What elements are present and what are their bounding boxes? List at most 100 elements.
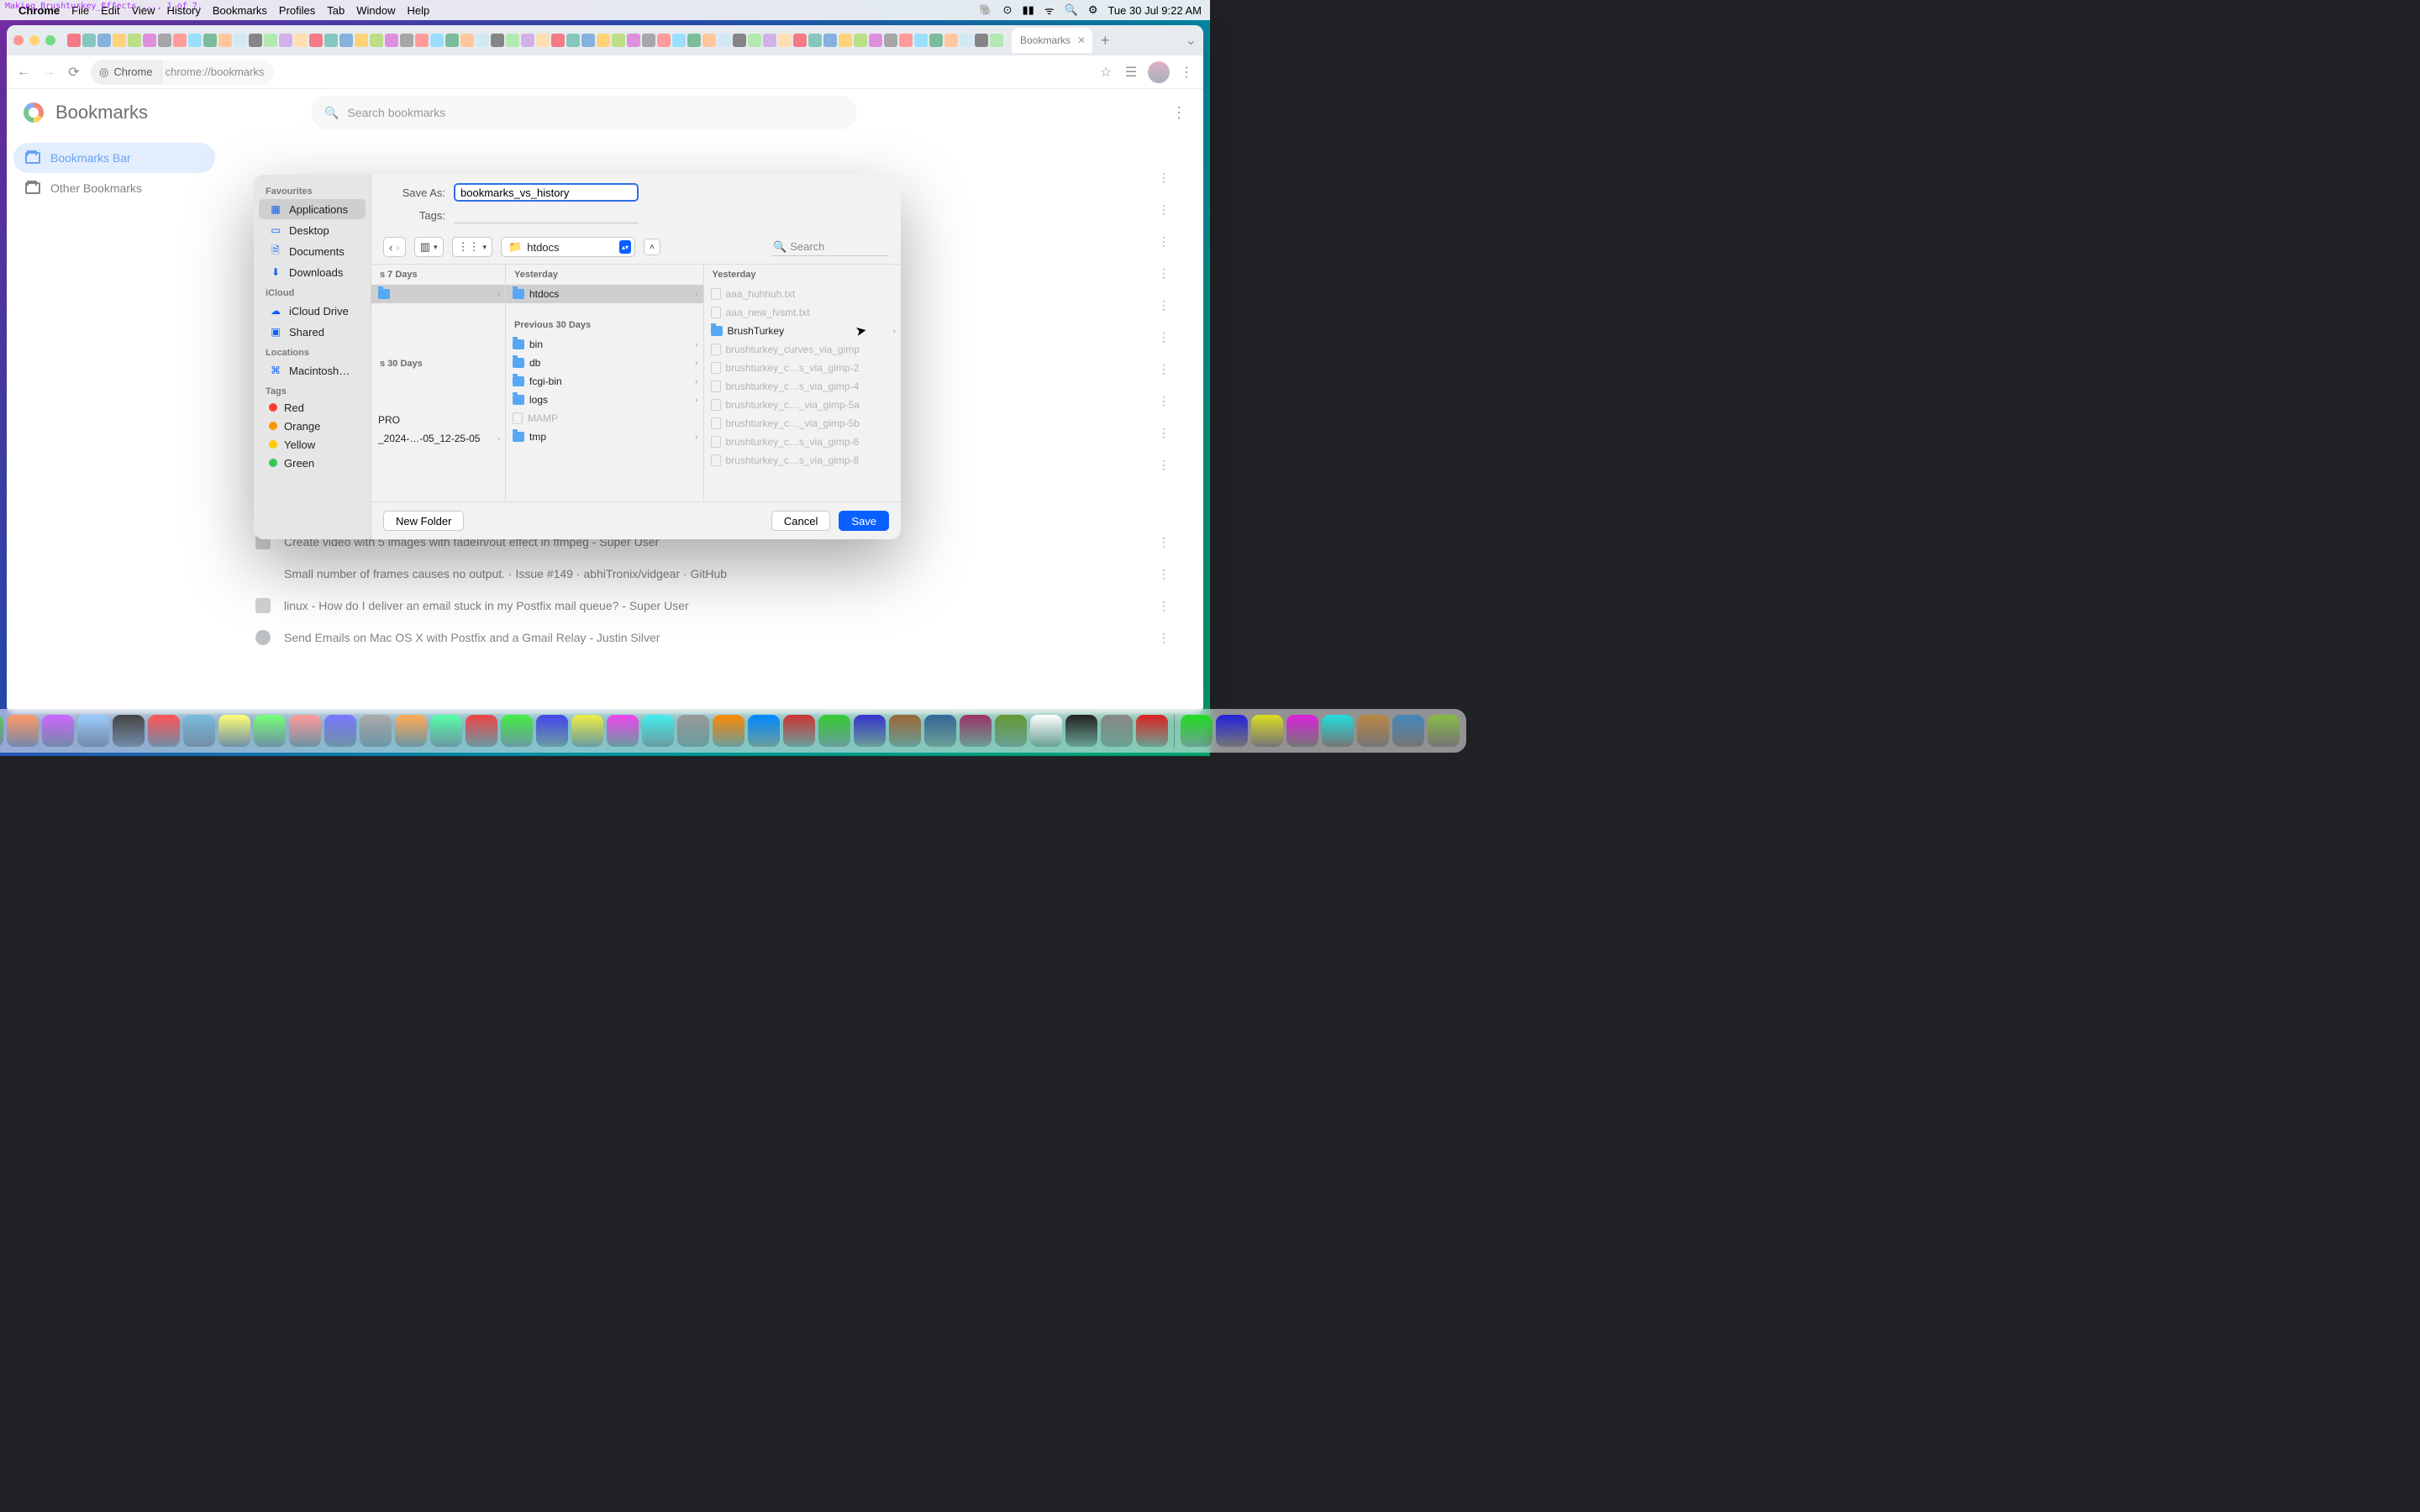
menu-window[interactable]: Window	[356, 4, 395, 17]
dock-app-icon[interactable]	[1322, 715, 1354, 747]
dock-app-icon[interactable]	[677, 715, 709, 747]
menubar-wifi-icon[interactable]: ᯤ	[1044, 3, 1055, 18]
dock-app-icon[interactable]	[924, 715, 956, 747]
sidebar-tag-orange[interactable]: Orange	[259, 417, 366, 435]
dock-app-icon[interactable]	[713, 715, 744, 747]
dock-app-icon[interactable]	[218, 715, 250, 747]
dock-app-icon[interactable]	[113, 715, 145, 747]
dock-app-icon[interactable]	[1428, 715, 1460, 747]
column-row-htdocs[interactable]: htdocs ›	[506, 285, 703, 303]
column-row[interactable]: brushturkey_c…s_via_gimp-4	[704, 377, 902, 396]
column-row[interactable]: _2024-…-05_12-25-05 ›	[371, 429, 505, 448]
dock-app-icon[interactable]	[395, 715, 427, 747]
location-popup[interactable]: 📁 htdocs ▴▾	[501, 237, 635, 257]
sidebar-macintosh-hd[interactable]: ⌘Macintosh…	[259, 360, 366, 381]
column-row[interactable]: db›	[506, 354, 703, 372]
new-folder-button[interactable]: New Folder	[383, 511, 464, 531]
menu-bookmarks[interactable]: Bookmarks	[213, 4, 267, 17]
menubar-battery-icon[interactable]: ▮▮	[1022, 3, 1034, 17]
menubar-clock[interactable]: Tue 30 Jul 9:22 AM	[1107, 4, 1202, 17]
column-row[interactable]: brushturkey_c…_via_gimp-5b	[704, 414, 902, 433]
sidebar-documents[interactable]: 🗎Documents	[259, 241, 366, 261]
sidebar-applications[interactable]: ▦Applications	[259, 199, 366, 219]
dock-app-icon[interactable]	[642, 715, 674, 747]
dock-app-icon[interactable]	[1065, 715, 1097, 747]
chevron-left-icon[interactable]: ‹	[389, 241, 392, 254]
save-as-input[interactable]	[454, 183, 639, 202]
column-row[interactable]: aaa_new_fvsmt.txt	[704, 303, 902, 322]
dock-app-icon[interactable]	[501, 715, 533, 747]
column-row[interactable]: aaa_huhhuh.txt	[704, 285, 902, 303]
tags-input[interactable]	[454, 207, 639, 223]
dock-app-icon[interactable]	[1136, 715, 1168, 747]
dock-app-icon[interactable]	[783, 715, 815, 747]
dock-app-icon[interactable]	[1286, 715, 1318, 747]
dock-app-icon[interactable]	[960, 715, 992, 747]
menubar-spotlight-icon[interactable]: 🔍	[1065, 3, 1078, 17]
menu-tab[interactable]: Tab	[327, 4, 345, 17]
dock-app-icon[interactable]	[854, 715, 886, 747]
dock-app-icon[interactable]	[466, 715, 497, 747]
dock-app-icon[interactable]	[889, 715, 921, 747]
sidebar-tag-yellow[interactable]: Yellow	[259, 435, 366, 454]
dock-app-icon[interactable]	[183, 715, 215, 747]
nav-back-forward[interactable]: ‹ ›	[383, 237, 406, 257]
dock-app-icon[interactable]	[148, 715, 180, 747]
dock-app-icon[interactable]	[324, 715, 356, 747]
menubar-play-icon[interactable]: ⊙	[1003, 3, 1013, 17]
dock-app-icon[interactable]	[360, 715, 392, 747]
dock-app-icon[interactable]	[1181, 715, 1213, 747]
dock-app-icon[interactable]	[1251, 715, 1283, 747]
dock-app-icon[interactable]	[7, 715, 39, 747]
menu-help[interactable]: Help	[408, 4, 430, 17]
sidebar-desktop[interactable]: ▭Desktop	[259, 220, 366, 240]
column-row[interactable]: brushturkey_c…s_via_gimp-8	[704, 451, 902, 470]
column-row[interactable]: brushturkey_c…s_via_gimp-6	[704, 433, 902, 451]
menu-profiles[interactable]: Profiles	[279, 4, 315, 17]
dock-app-icon[interactable]	[1216, 715, 1248, 747]
column-row[interactable]: BrushTurkey›	[704, 322, 902, 340]
column-row[interactable]: brushturkey_c…_via_gimp-5a	[704, 396, 902, 414]
dock-app-icon[interactable]	[1030, 715, 1062, 747]
sidebar-shared[interactable]: ▣Shared	[259, 322, 366, 342]
sidebar-tag-green[interactable]: Green	[259, 454, 366, 472]
dock-app-icon[interactable]	[818, 715, 850, 747]
column-3[interactable]: Yesterday aaa_huhhuh.txtaaa_new_fvsmt.tx…	[704, 265, 902, 501]
column-row[interactable]: fcgi-bin›	[506, 372, 703, 391]
column-row[interactable]: PRO	[371, 411, 505, 429]
column-row[interactable]: brushturkey_curves_via_gimp	[704, 340, 902, 359]
save-dialog-search[interactable]: 🔍 Search	[771, 239, 889, 256]
dock-app-icon[interactable]	[607, 715, 639, 747]
dock-app-icon[interactable]	[995, 715, 1027, 747]
dock-app-icon[interactable]	[1392, 715, 1424, 747]
view-group-button[interactable]: ⋮⋮ ▾	[452, 237, 493, 257]
dock-app-icon[interactable]	[42, 715, 74, 747]
sidebar-icloud-drive[interactable]: ☁iCloud Drive	[259, 301, 366, 321]
dock-app-icon[interactable]	[289, 715, 321, 747]
column-1[interactable]: s 7 Days › s 30 Days PRO _2024-…-05_12-2…	[371, 265, 506, 501]
column-row[interactable]: MAMP	[506, 409, 703, 428]
dock-app-icon[interactable]	[254, 715, 286, 747]
column-row[interactable]: logs›	[506, 391, 703, 409]
column-row[interactable]: bin›	[506, 335, 703, 354]
menubar-evernote-icon[interactable]: 🐘	[979, 3, 992, 17]
dock-app-icon[interactable]	[77, 715, 109, 747]
dock-app-icon[interactable]	[0, 715, 3, 747]
view-columns-button[interactable]: ▥ ▾	[414, 237, 444, 257]
chevron-right-icon[interactable]: ›	[396, 241, 399, 254]
cancel-button[interactable]: Cancel	[771, 511, 830, 531]
collapse-toggle-icon[interactable]: ˄	[644, 239, 660, 255]
column-row[interactable]: tmp›	[506, 428, 703, 446]
menubar-control-center-icon[interactable]: ⚙	[1088, 3, 1098, 17]
column-row-selected[interactable]: ›	[371, 285, 505, 303]
sidebar-tag-red[interactable]: Red	[259, 398, 366, 417]
dock-app-icon[interactable]	[430, 715, 462, 747]
dock-app-icon[interactable]	[1101, 715, 1133, 747]
dock-app-icon[interactable]	[571, 715, 603, 747]
dock-app-icon[interactable]	[1357, 715, 1389, 747]
sidebar-downloads[interactable]: ⬇Downloads	[259, 262, 366, 282]
save-button[interactable]: Save	[839, 511, 889, 531]
column-2[interactable]: Yesterday htdocs › Previous 30 Days bin›…	[506, 265, 704, 501]
dock-app-icon[interactable]	[536, 715, 568, 747]
dock-app-icon[interactable]	[748, 715, 780, 747]
